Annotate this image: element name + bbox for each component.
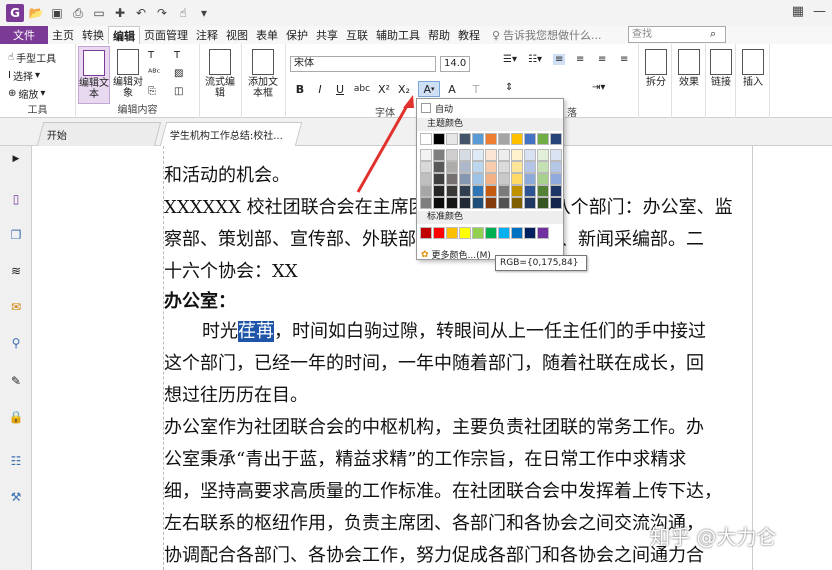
watermark-text: 知乎 @大力仑 (650, 525, 777, 549)
annotation-arrow (356, 95, 414, 193)
